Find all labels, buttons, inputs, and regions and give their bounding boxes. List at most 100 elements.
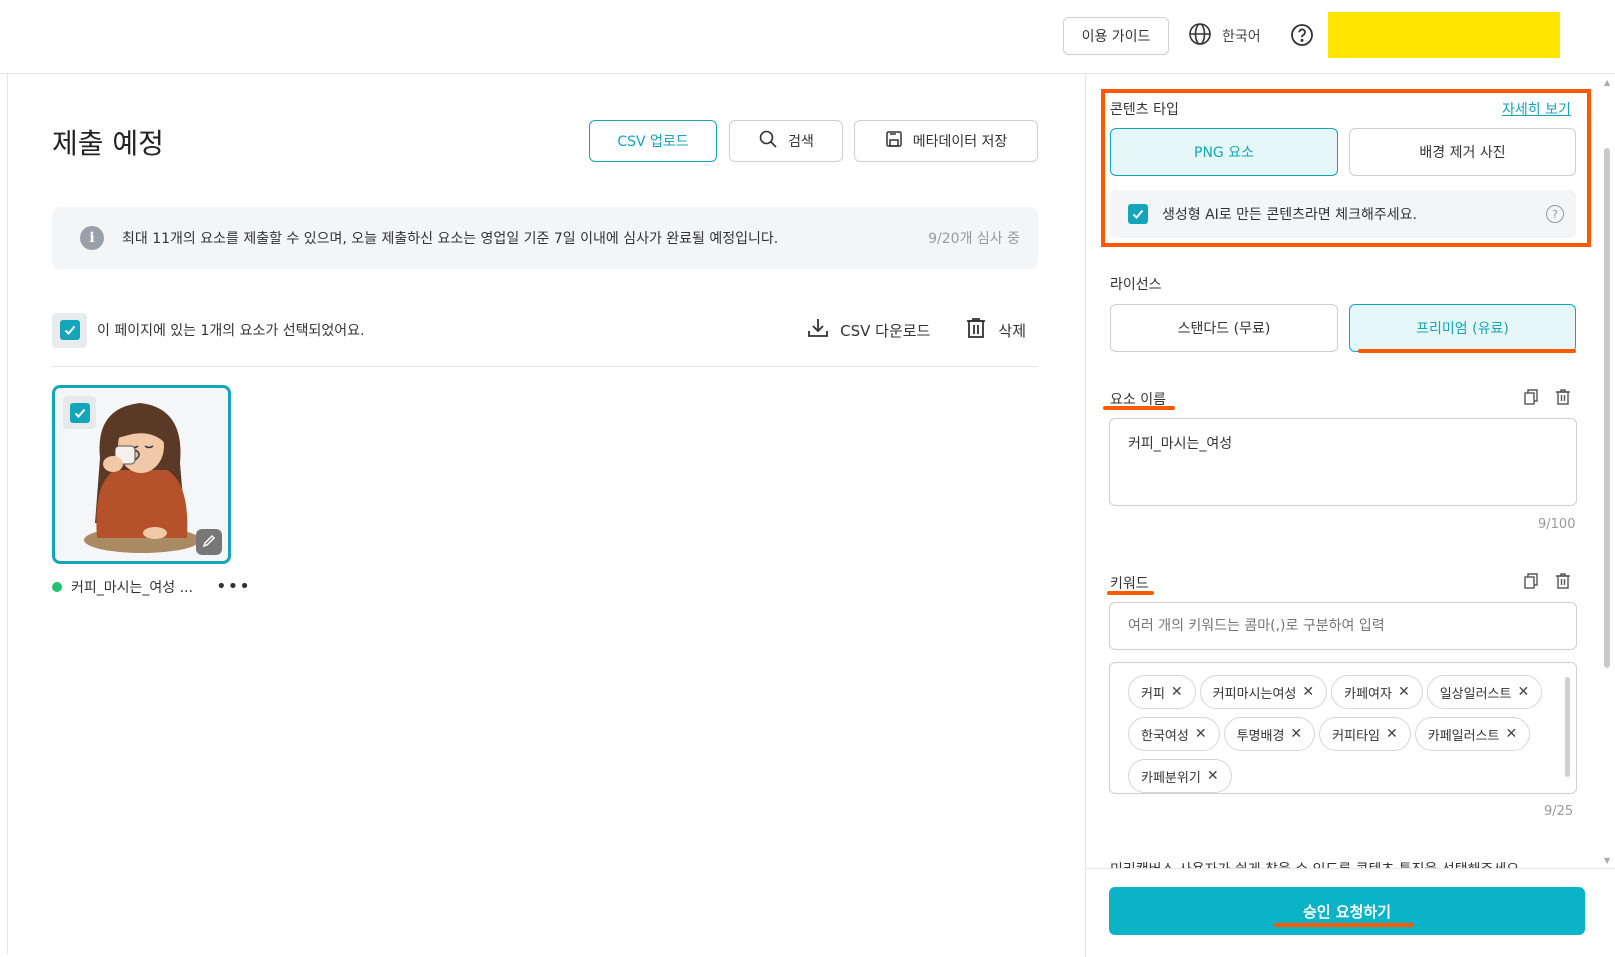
save-metadata-button[interactable]: 메타데이터 저장: [854, 120, 1038, 162]
license-standard-option[interactable]: 스탠다드 (무료): [1110, 304, 1338, 352]
keyword-tag: 일상일러스트 ✕: [1426, 675, 1543, 709]
trash-icon[interactable]: [1554, 388, 1572, 410]
search-button[interactable]: 검색: [729, 120, 843, 162]
submit-approval-button[interactable]: 승인 요청하기: [1109, 887, 1585, 935]
keyword-label: 키워드: [1110, 576, 1149, 592]
left-border: [7, 74, 8, 954]
search-label: 검색: [788, 134, 814, 150]
item-thumbnail[interactable]: [52, 385, 231, 564]
keyword-tag-label: 커피마시는여성: [1212, 686, 1297, 702]
info-icon: i: [80, 226, 104, 250]
selection-text: 이 페이지에 있는 1개의 요소가 선택되었어요.: [97, 323, 365, 339]
status-dot: [52, 582, 62, 592]
item-label: 커피_마시는_여성 ... •••: [52, 577, 251, 597]
tags-scrollbar[interactable]: [1565, 677, 1570, 777]
usage-guide-button[interactable]: 이용 가이드: [1063, 17, 1169, 55]
keyword-tag-label: 카페여자: [1344, 686, 1392, 702]
review-count: 9/20개 심사 중: [928, 231, 1020, 247]
remove-tag-icon[interactable]: ✕: [1171, 684, 1183, 700]
content-type-png-option[interactable]: PNG 요소: [1110, 128, 1338, 176]
keyword-tag-label: 커피: [1141, 686, 1165, 702]
keyword-tag-label: 커피타임: [1332, 728, 1380, 744]
save-metadata-label: 메타데이터 저장: [912, 134, 1008, 150]
license-premium-option[interactable]: 프리미엄 (유료): [1349, 304, 1576, 352]
csv-download-button[interactable]: CSV 다운로드: [806, 316, 930, 344]
keyword-tag: 커피 ✕: [1128, 675, 1196, 709]
keyword-tag-label: 일상일러스트: [1439, 686, 1512, 702]
scroll-up-arrow-icon[interactable]: ▲: [1604, 78, 1610, 87]
item-name: 커피_마시는_여성 ...: [71, 580, 193, 596]
question-icon[interactable]: ?: [1546, 205, 1564, 223]
keyword-tag-label: 투명배경: [1236, 728, 1285, 744]
check-icon: [59, 320, 80, 340]
keyword-tags-box: 커피 ✕ 커피마시는여성 ✕ 카페여자 ✕ 일상일러스트 ✕ 한국여성 ✕ 투명배경 ✕ 커피타임 ✕ 카페…: [1109, 662, 1577, 794]
search-icon: [758, 129, 778, 153]
delete-label: 삭제: [998, 321, 1026, 340]
remove-tag-icon[interactable]: ✕: [1517, 684, 1529, 700]
remove-tag-icon[interactable]: ✕: [1195, 726, 1207, 742]
trash-icon[interactable]: [1554, 572, 1572, 594]
keyword-counter: 9/25: [1544, 804, 1574, 819]
copy-icon[interactable]: [1522, 572, 1540, 594]
remove-tag-icon[interactable]: ✕: [1506, 726, 1518, 742]
edit-button[interactable]: [196, 529, 222, 555]
csv-upload-button[interactable]: CSV 업로드: [589, 120, 717, 162]
keyword-tag: 커피마시는여성 ✕: [1199, 675, 1328, 709]
keyword-input[interactable]: [1109, 602, 1577, 650]
content-type-bg-removed-option[interactable]: 배경 제거 사진: [1349, 128, 1576, 176]
name-label-underline: [1103, 406, 1175, 410]
language-label: 한국어: [1222, 29, 1261, 45]
divider: [52, 366, 1038, 367]
keyword-tag-label: 카페일러스트: [1427, 728, 1500, 744]
notice-text: 최대 11개의 요소를 제출할 수 있으며, 오늘 제출하신 요소는 영업일 기…: [122, 231, 779, 247]
keyword-tag: 한국여성 ✕: [1128, 717, 1220, 751]
more-options-icon[interactable]: •••: [216, 578, 251, 596]
premium-highlight-underline: [1358, 349, 1576, 353]
keyword-tag: 투명배경 ✕: [1223, 717, 1316, 751]
page-title: 제출 예정: [52, 127, 164, 160]
keyword-tags: 커피 ✕ 커피마시는여성 ✕ 카페여자 ✕ 일상일러스트 ✕ 한국여성 ✕ 투명배경 ✕ 커피타임 ✕ 카페…: [1128, 675, 1554, 793]
panel-footer-divider: [1086, 868, 1615, 869]
copy-icon[interactable]: [1522, 388, 1540, 410]
keyword-label-underline: [1107, 591, 1154, 595]
license-label: 라이선스: [1110, 277, 1162, 293]
select-all-checkbox[interactable]: [52, 312, 87, 348]
save-icon: [885, 130, 903, 152]
remove-tag-icon[interactable]: ✕: [1386, 726, 1398, 742]
keyword-tag-label: 한국여성: [1141, 728, 1189, 744]
language-selector[interactable]: 한국어: [1188, 22, 1261, 50]
keyword-tag: 카페여자 ✕: [1331, 675, 1423, 709]
delete-button[interactable]: 삭제: [964, 316, 1026, 344]
keyword-tag: 카페분위기 ✕: [1128, 759, 1232, 793]
download-icon: [806, 316, 830, 344]
remove-tag-icon[interactable]: ✕: [1207, 768, 1219, 784]
keyword-tag: 카페일러스트 ✕: [1414, 717, 1531, 751]
check-icon: [69, 402, 90, 423]
content-type-label: 콘텐츠 타입: [1110, 102, 1179, 118]
keyword-tag: 커피타임 ✕: [1319, 717, 1411, 751]
item-checkbox[interactable]: [63, 396, 96, 429]
details-link[interactable]: 자세히 보기: [1502, 99, 1571, 119]
panel-scrollbar[interactable]: [1604, 148, 1610, 668]
trash-icon: [964, 316, 988, 344]
ai-content-row: 생성형 AI로 만든 콘텐츠라면 체크해주세요. ?: [1110, 190, 1576, 238]
help-icon[interactable]: [1290, 23, 1314, 51]
keyword-tag-label: 카페분위기: [1141, 770, 1201, 786]
scroll-down-arrow-icon[interactable]: ▼: [1604, 856, 1610, 865]
remove-tag-icon[interactable]: ✕: [1290, 726, 1302, 742]
pencil-icon: [202, 533, 216, 552]
element-name-input[interactable]: 커피_마시는_여성: [1109, 418, 1577, 506]
csv-upload-label: CSV 업로드: [617, 134, 689, 150]
submit-label: 승인 요청하기: [1302, 902, 1392, 921]
ai-checkbox[interactable]: [1128, 204, 1148, 224]
remove-tag-icon[interactable]: ✕: [1398, 684, 1410, 700]
ai-check-text: 생성형 AI로 만든 콘텐츠라면 체크해주세요.: [1162, 207, 1417, 223]
remove-tag-icon[interactable]: ✕: [1302, 684, 1314, 700]
selection-row: 이 페이지에 있는 1개의 요소가 선택되었어요. CSV 다운로드 삭제: [52, 312, 1038, 348]
submit-highlight-underline: [1274, 923, 1414, 927]
globe-icon: [1188, 22, 1212, 50]
notice-banner: i 최대 11개의 요소를 제출할 수 있으며, 오늘 제출하신 요소는 영업일…: [52, 207, 1038, 269]
redacted-profile-area: [1328, 12, 1560, 58]
top-bar: 이용 가이드 한국어: [0, 0, 1615, 74]
csv-download-label: CSV 다운로드: [840, 321, 931, 340]
